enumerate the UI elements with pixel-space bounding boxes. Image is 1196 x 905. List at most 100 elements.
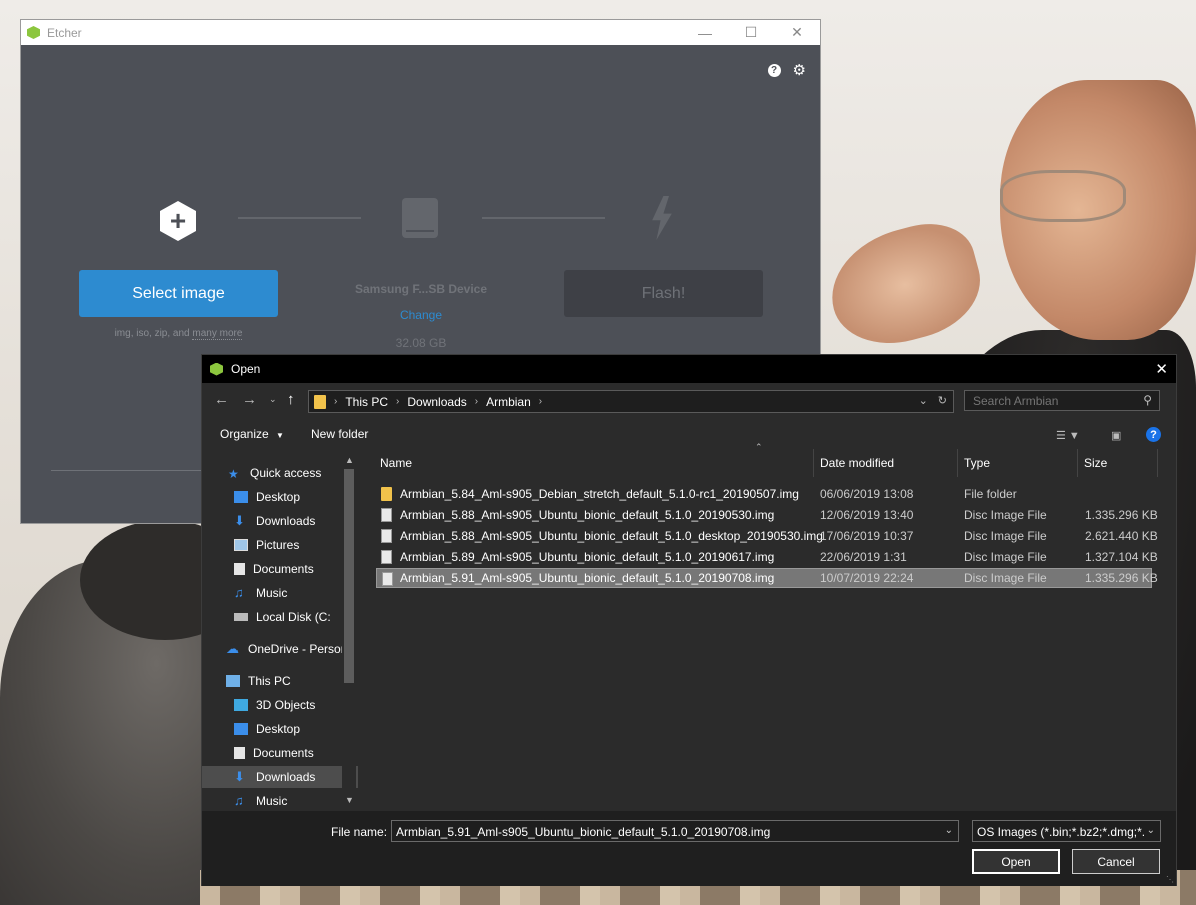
- dialog-titlebar[interactable]: Open ✕: [202, 355, 1176, 383]
- cancel-button[interactable]: Cancel: [1072, 849, 1160, 874]
- file-name: Armbian_5.88_Aml-s905_Ubuntu_bionic_defa…: [400, 508, 775, 522]
- file-row-selected[interactable]: Armbian_5.91_Aml-s905_Ubuntu_bionic_defa…: [376, 568, 1158, 588]
- open-button[interactable]: Open: [972, 849, 1060, 874]
- nav-label: Downloads: [256, 514, 316, 528]
- chevron-right-icon[interactable]: ›: [539, 396, 542, 407]
- caret-down-icon: ▼: [276, 431, 284, 440]
- column-header-date[interactable]: Date modified: [814, 449, 958, 477]
- nav-quick-access[interactable]: ★ Quick access: [202, 462, 358, 484]
- gear-icon[interactable]: ⚙: [793, 63, 806, 78]
- resize-grip-icon[interactable]: ⋱: [1166, 875, 1174, 884]
- up-arrow-icon[interactable]: ↑: [287, 391, 295, 408]
- many-more-link[interactable]: many more: [192, 328, 243, 340]
- nav-label: Music: [256, 794, 288, 808]
- refresh-icon[interactable]: ↻: [938, 394, 947, 407]
- command-bar: Organize ▼ New folder ☰ ▼ ▣ ?: [202, 421, 1176, 447]
- breadcrumb-this-pc[interactable]: This PC: [345, 395, 388, 409]
- file-name-input[interactable]: [396, 825, 926, 839]
- file-date: 17/06/2019 10:37: [820, 529, 914, 543]
- nav-label: 3D Objects: [256, 698, 316, 712]
- close-button[interactable]: ✕: [774, 20, 820, 45]
- chevron-right-icon[interactable]: ›: [475, 396, 478, 407]
- disc-image-icon: [382, 572, 393, 586]
- nav-label: Downloads: [256, 770, 316, 784]
- address-dropdown-chevron-icon[interactable]: ⌄: [919, 394, 928, 407]
- dialog-close-button[interactable]: ✕: [1155, 360, 1168, 378]
- star-icon: ★: [228, 467, 239, 481]
- nav-music[interactable]: ♫ Music 📌: [202, 582, 358, 604]
- nav-pictures[interactable]: Pictures 📌: [202, 534, 358, 556]
- forward-arrow-icon[interactable]: →: [242, 391, 257, 408]
- file-list: ⌃ Name Date modified Type Size Armbian_5…: [368, 442, 1168, 811]
- documents-icon: [234, 747, 245, 759]
- recent-locations-chevron-icon[interactable]: ⌄: [269, 394, 277, 405]
- nav-label: Documents: [253, 562, 314, 576]
- flash-button[interactable]: Flash!: [564, 270, 763, 317]
- maximize-button[interactable]: ☐: [728, 20, 774, 45]
- chevron-down-icon[interactable]: ⌄: [945, 825, 953, 836]
- wallpaper-person-hand: [818, 212, 992, 358]
- file-size: 1.335.296 KB: [1085, 571, 1158, 585]
- download-arrow-icon: ⬇: [234, 769, 245, 784]
- search-icon[interactable]: ⚲: [1143, 393, 1152, 407]
- nav-pc-music[interactable]: ♫ Music: [202, 790, 358, 811]
- dialog-footer: File name: ⌄ OS Images (*.bin;*.bz2;*.dm…: [202, 811, 1176, 886]
- disc-image-icon: [381, 550, 392, 564]
- nav-desktop[interactable]: Desktop 📌: [202, 486, 358, 508]
- file-date: 22/06/2019 1:31: [820, 550, 907, 564]
- chevron-down-icon[interactable]: ⌄: [1143, 825, 1155, 836]
- help-icon[interactable]: ?: [1146, 427, 1161, 442]
- organize-menu[interactable]: Organize ▼: [220, 427, 284, 441]
- nav-onedrive[interactable]: ☁ OneDrive - Persor: [202, 638, 358, 660]
- nav-pc-desktop[interactable]: Desktop: [202, 718, 358, 740]
- search-input[interactable]: [973, 394, 1133, 408]
- nav-documents[interactable]: Documents 📌: [202, 558, 358, 580]
- view-options-icon[interactable]: ☰ ▼: [1056, 429, 1080, 442]
- cube-3d-icon: [234, 699, 248, 711]
- new-folder-button[interactable]: New folder: [311, 427, 368, 441]
- column-header-size[interactable]: Size: [1078, 449, 1158, 477]
- file-row[interactable]: Armbian_5.89_Aml-s905_Ubuntu_bionic_defa…: [376, 547, 1158, 567]
- address-bar[interactable]: › This PC › Downloads › Armbian › ⌄ ↻: [308, 390, 954, 413]
- chevron-right-icon[interactable]: ›: [334, 396, 337, 407]
- search-box[interactable]: ⚲: [964, 390, 1160, 411]
- file-row[interactable]: Armbian_5.88_Aml-s905_Ubuntu_bionic_defa…: [376, 526, 1158, 546]
- column-header-name[interactable]: Name: [374, 449, 814, 477]
- nav-label: Desktop: [256, 722, 301, 736]
- nav-label: OneDrive - Persor: [248, 642, 345, 656]
- file-row[interactable]: Armbian_5.84_Aml-s905_Debian_stretch_def…: [376, 484, 1152, 504]
- nav-scrollbar-thumb[interactable]: [344, 469, 354, 683]
- nav-downloads[interactable]: ⬇ Downloads 📌: [202, 510, 358, 532]
- preview-pane-icon[interactable]: ▣: [1111, 429, 1121, 442]
- formats-text: img, iso, zip, and: [114, 328, 190, 339]
- desktop-icon: [234, 491, 248, 503]
- breadcrumb-downloads[interactable]: Downloads: [407, 395, 466, 409]
- etcher-titlebar[interactable]: Etcher — ☐ ✕: [21, 20, 820, 45]
- nav-pc-downloads[interactable]: ⬇ Downloads: [202, 766, 358, 788]
- file-name-field[interactable]: ⌄: [391, 820, 959, 842]
- nav-label: Pictures: [256, 538, 300, 552]
- scroll-down-icon[interactable]: ▼: [345, 795, 354, 805]
- breadcrumb-armbian[interactable]: Armbian: [486, 395, 531, 409]
- nav-this-pc[interactable]: This PC: [202, 670, 358, 692]
- drive-size: 32.08 GB: [395, 336, 447, 350]
- select-image-button[interactable]: Select image: [79, 270, 278, 317]
- file-type: Disc Image File: [964, 571, 1047, 585]
- help-icon[interactable]: ?: [767, 64, 781, 77]
- scroll-up-icon[interactable]: ▲: [345, 455, 354, 465]
- nav-3d-objects[interactable]: 3D Objects: [202, 694, 358, 716]
- back-arrow-icon[interactable]: ←: [214, 391, 229, 408]
- navigation-pane: ★ Quick access Desktop 📌 ⬇ Downloads 📌 P…: [202, 449, 358, 811]
- file-row[interactable]: Armbian_5.88_Aml-s905_Ubuntu_bionic_defa…: [376, 505, 1158, 525]
- nav-pc-documents[interactable]: Documents: [202, 742, 358, 764]
- chevron-right-icon[interactable]: ›: [396, 396, 399, 407]
- drive-name: Samsung F...SB Device: [354, 282, 488, 296]
- nav-local-disk[interactable]: Local Disk (C: 📌: [202, 606, 358, 628]
- minimize-button[interactable]: —: [682, 20, 728, 45]
- file-type-select[interactable]: OS Images (*.bin;*.bz2;*.dmg;*. ⌄: [972, 820, 1161, 842]
- column-header-type[interactable]: Type: [958, 449, 1078, 477]
- change-drive-link[interactable]: Change: [341, 308, 501, 322]
- file-size: 2.621.440 KB: [1085, 529, 1158, 543]
- folder-icon: [314, 394, 326, 409]
- documents-icon: [234, 563, 245, 575]
